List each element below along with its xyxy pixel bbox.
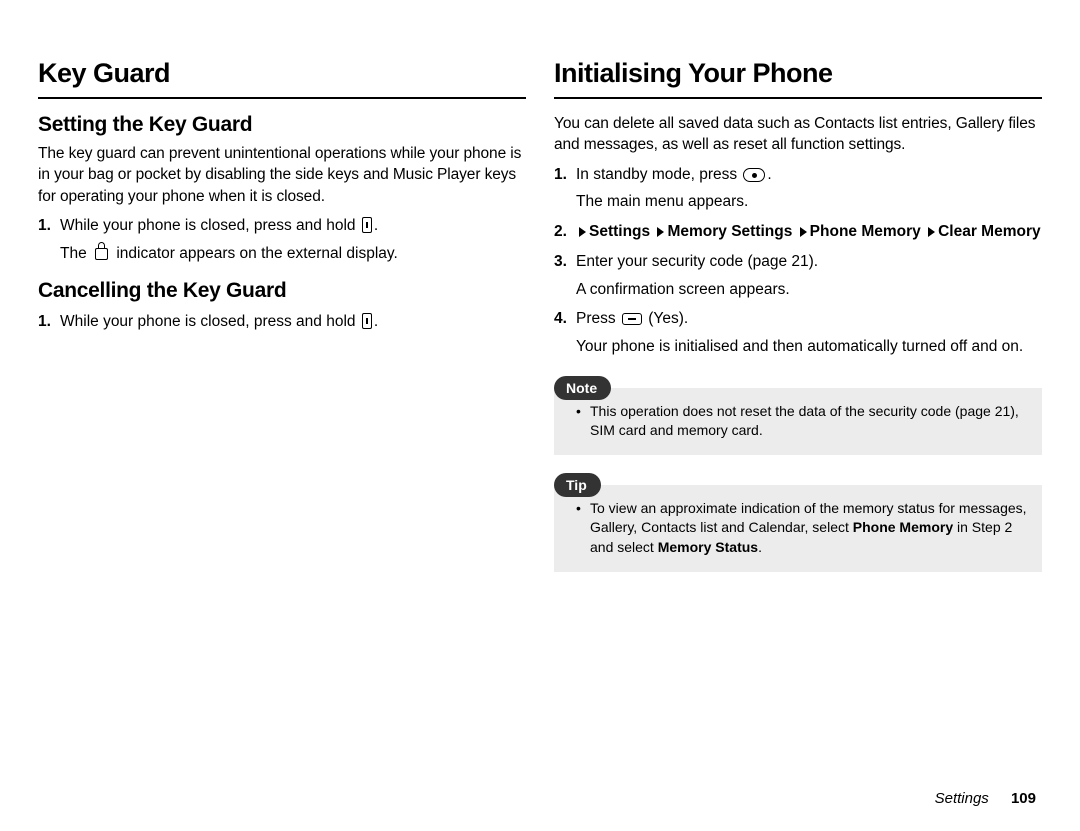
step-number: 1.: [38, 215, 54, 264]
tip-label: Tip: [554, 473, 601, 497]
lock-icon: [95, 248, 108, 260]
step-text: While your phone is closed, press and ho…: [60, 313, 360, 330]
subhead-cancelling-key-guard: Cancelling the Key Guard: [38, 279, 526, 303]
intro-setting-key-guard: The key guard can prevent unintentional …: [38, 143, 526, 207]
heading-initialising: Initialising Your Phone: [554, 58, 1042, 99]
note-label: Note: [554, 376, 611, 400]
note-text: This operation does not reset the data o…: [590, 402, 1028, 441]
list-item: 4. Press (Yes). Your phone is initialise…: [554, 308, 1042, 357]
footer-section: Settings: [935, 790, 989, 807]
list-item: 1. In standby mode, press . The main men…: [554, 164, 1042, 213]
page-footer: Settings 109: [935, 790, 1036, 807]
step-number: 1.: [38, 311, 54, 333]
step-text: In standby mode, press: [576, 166, 741, 183]
side-key-icon: [362, 217, 372, 233]
step-number: 4.: [554, 308, 570, 357]
left-column: Key Guard Setting the Key Guard The key …: [38, 58, 526, 572]
bullet-icon: •: [576, 402, 584, 441]
triangle-icon: [657, 227, 664, 237]
tip-callout: Tip • To view an approximate indication …: [554, 473, 1042, 572]
note-callout: Note • This operation does not reset the…: [554, 376, 1042, 455]
step-text: Press: [576, 310, 620, 327]
triangle-icon: [800, 227, 807, 237]
triangle-icon: [579, 227, 586, 237]
tip-text: To view an approximate indication of the…: [590, 499, 1028, 558]
list-item: 2. Settings Memory Settings Phone Memory…: [554, 221, 1042, 243]
right-column: Initialising Your Phone You can delete a…: [554, 58, 1042, 572]
step-sub-text: The main menu appears.: [576, 191, 1042, 213]
step-sub-text: Your phone is initialised and then autom…: [576, 336, 1042, 358]
triangle-icon: [928, 227, 935, 237]
heading-key-guard: Key Guard: [38, 58, 526, 99]
page-spread: Key Guard Setting the Key Guard The key …: [0, 0, 1080, 572]
list-item: 1. While your phone is closed, press and…: [38, 215, 526, 264]
list-item: 3. Enter your security code (page 21). A…: [554, 251, 1042, 300]
step-sub-text: indicator appears on the external displa…: [112, 245, 398, 262]
step-text: .: [374, 217, 378, 234]
step-number: 3.: [554, 251, 570, 300]
step-text: (Yes).: [644, 310, 688, 327]
step-number: 2.: [554, 221, 570, 243]
softkey-icon: [622, 313, 642, 325]
center-key-icon: [743, 168, 765, 182]
side-key-icon: [362, 313, 372, 329]
list-item: 1. While your phone is closed, press and…: [38, 311, 526, 333]
intro-initialising: You can delete all saved data such as Co…: [554, 113, 1042, 156]
bullet-icon: •: [576, 499, 584, 558]
menu-path: Settings Memory Settings Phone Memory Cl…: [576, 221, 1042, 243]
step-sub-text: A confirmation screen appears.: [576, 279, 1042, 301]
step-number: 1.: [554, 164, 570, 213]
step-text: .: [374, 313, 378, 330]
step-text: Enter your security code (page 21).: [576, 253, 818, 270]
subhead-setting-key-guard: Setting the Key Guard: [38, 113, 526, 137]
step-text: .: [767, 166, 771, 183]
footer-page-number: 109: [1011, 790, 1036, 807]
step-text: While your phone is closed, press and ho…: [60, 217, 360, 234]
step-sub-text: The: [60, 245, 91, 262]
